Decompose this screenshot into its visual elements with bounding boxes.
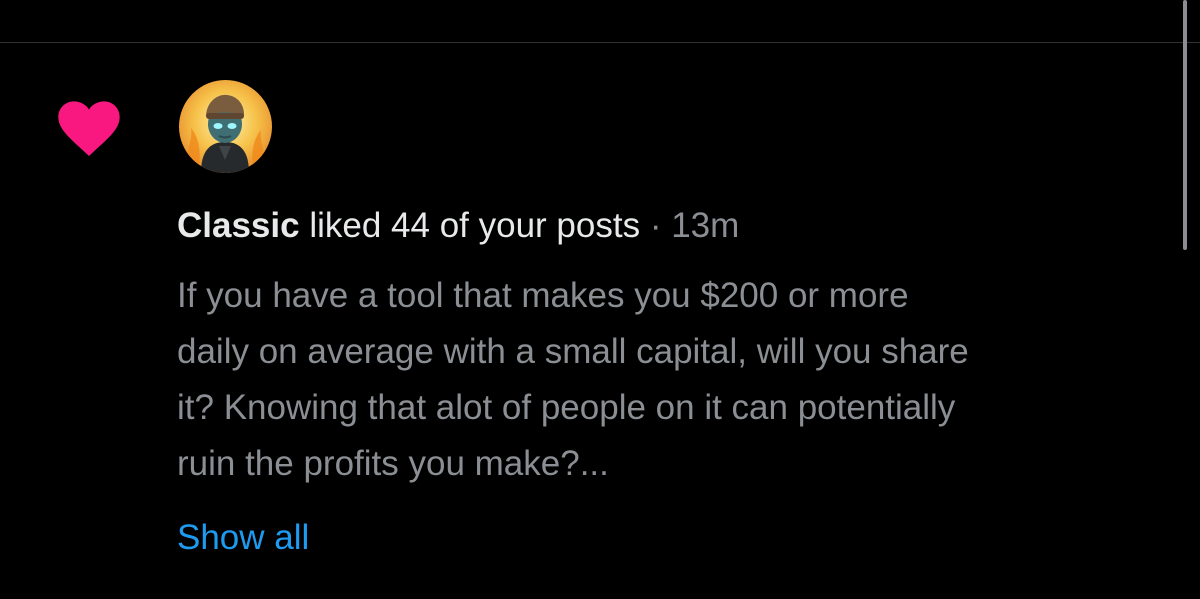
user-name[interactable]: Classic — [177, 206, 300, 245]
post-line: it? Knowing that alot of people on it ca… — [177, 388, 956, 427]
post-line: If you have a tool that makes you $200 o… — [177, 276, 909, 315]
post-preview[interactable]: If you have a tool that makes you $200 o… — [177, 268, 1177, 492]
post-line: ruin the profits you make?... — [177, 444, 609, 483]
timestamp: 13m — [671, 206, 740, 245]
separator-dot: · — [649, 206, 662, 245]
top-divider — [0, 42, 1200, 43]
show-all-link[interactable]: Show all — [177, 515, 309, 561]
heart-icon — [58, 101, 120, 156]
post-line: daily on average with a small capital, w… — [177, 332, 969, 371]
notification-headline: Classic liked 44 of your posts · 13m — [177, 203, 739, 249]
action-text: liked 44 of your posts — [309, 206, 641, 245]
avatar[interactable] — [179, 80, 272, 173]
scrollbar[interactable] — [1183, 0, 1187, 250]
avatar-image — [179, 80, 272, 173]
